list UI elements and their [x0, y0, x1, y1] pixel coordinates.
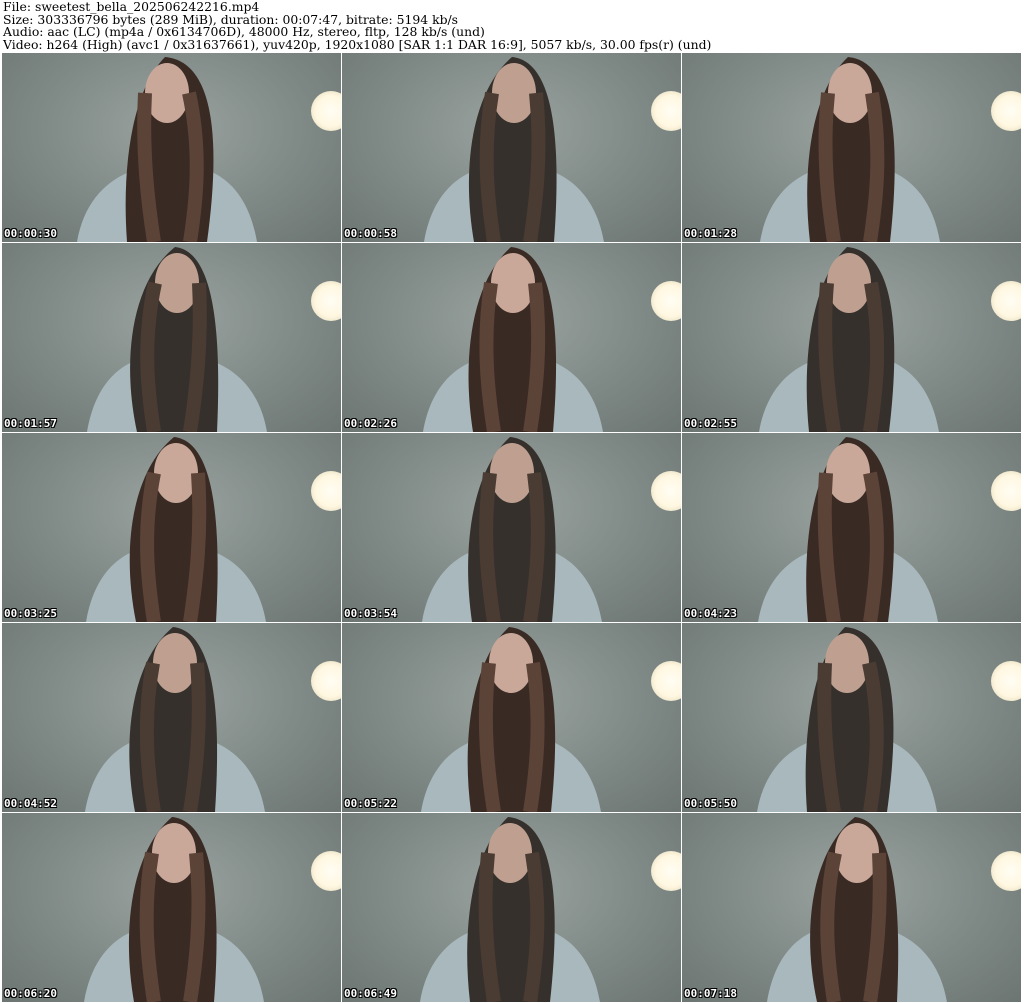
- background-lamp: [991, 281, 1021, 321]
- thumbnail-timestamp: 00:00:30: [4, 227, 57, 240]
- thumbnail-timestamp: 00:04:52: [4, 797, 57, 810]
- video-thumbnail: 00:04:23: [682, 433, 1021, 622]
- thumbnail-timestamp: 00:05:22: [344, 797, 397, 810]
- background-lamp: [651, 91, 681, 131]
- person-figure: [423, 57, 604, 242]
- background-lamp: [311, 91, 341, 131]
- person-figure: [83, 817, 264, 1002]
- video-thumbnail: 00:00:58: [342, 53, 681, 242]
- thumbnail-timestamp: 00:01:57: [4, 417, 57, 430]
- background-lamp: [651, 471, 681, 511]
- video-thumbnail: 00:05:22: [342, 623, 681, 812]
- background-lamp: [311, 661, 341, 701]
- person-figure: [84, 627, 265, 812]
- video-thumbnail: 00:02:26: [342, 243, 681, 432]
- background-lamp: [991, 471, 1021, 511]
- person-figure: [758, 247, 939, 432]
- video-line: Video: h264 (High) (avc1 / 0x31637661), …: [3, 36, 712, 52]
- video-thumbnail: 00:06:20: [2, 813, 341, 1002]
- person-figure: [422, 247, 603, 432]
- video-thumbnail: 00:03:54: [342, 433, 681, 622]
- thumbnail-timestamp: 00:03:25: [4, 607, 57, 620]
- background-lamp: [311, 851, 341, 891]
- video-thumbnail: 00:01:28: [682, 53, 1021, 242]
- thumbnail-timestamp: 00:04:23: [684, 607, 737, 620]
- thumbnail-timestamp: 00:07:18: [684, 987, 737, 1000]
- thumbnail-timestamp: 00:01:28: [684, 227, 737, 240]
- background-lamp: [311, 471, 341, 511]
- background-lamp: [311, 281, 341, 321]
- person-figure: [419, 817, 600, 1002]
- thumbnail-grid: 00:00:30 00:00:58 00:01:28 00:01:57 00:02:26…: [2, 53, 1022, 1003]
- person-figure: [756, 627, 937, 812]
- video-thumbnail: 00:03:25: [2, 433, 341, 622]
- thumbnail-timestamp: 00:00:58: [344, 227, 397, 240]
- thumbnail-timestamp: 00:05:50: [684, 797, 737, 810]
- person-figure: [757, 437, 938, 622]
- person-figure: [85, 437, 266, 622]
- video-thumbnail: 00:01:57: [2, 243, 341, 432]
- file-info-header: File: sweetest_bella_202506242216.mp4 Si…: [3, 0, 1021, 53]
- video-thumbnail: 00:00:30: [2, 53, 341, 242]
- video-thumbnail: 00:06:49: [342, 813, 681, 1002]
- background-lamp: [991, 851, 1021, 891]
- thumbnail-timestamp: 00:06:49: [344, 987, 397, 1000]
- person-figure: [420, 627, 601, 812]
- person-figure: [766, 817, 947, 1002]
- person-figure: [76, 57, 257, 242]
- background-lamp: [991, 661, 1021, 701]
- person-figure: [759, 57, 940, 242]
- thumbnail-timestamp: 00:02:55: [684, 417, 737, 430]
- video-thumbnail: 00:02:55: [682, 243, 1021, 432]
- thumbnail-timestamp: 00:06:20: [4, 987, 57, 1000]
- person-figure: [421, 437, 602, 622]
- thumbnail-timestamp: 00:02:26: [344, 417, 397, 430]
- background-lamp: [991, 91, 1021, 131]
- video-thumbnail: 00:04:52: [2, 623, 341, 812]
- video-thumbnail: 00:05:50: [682, 623, 1021, 812]
- thumbnail-timestamp: 00:03:54: [344, 607, 397, 620]
- person-figure: [86, 247, 267, 432]
- background-lamp: [651, 661, 681, 701]
- background-lamp: [651, 281, 681, 321]
- video-thumbnail: 00:07:18: [682, 813, 1021, 1002]
- background-lamp: [651, 851, 681, 891]
